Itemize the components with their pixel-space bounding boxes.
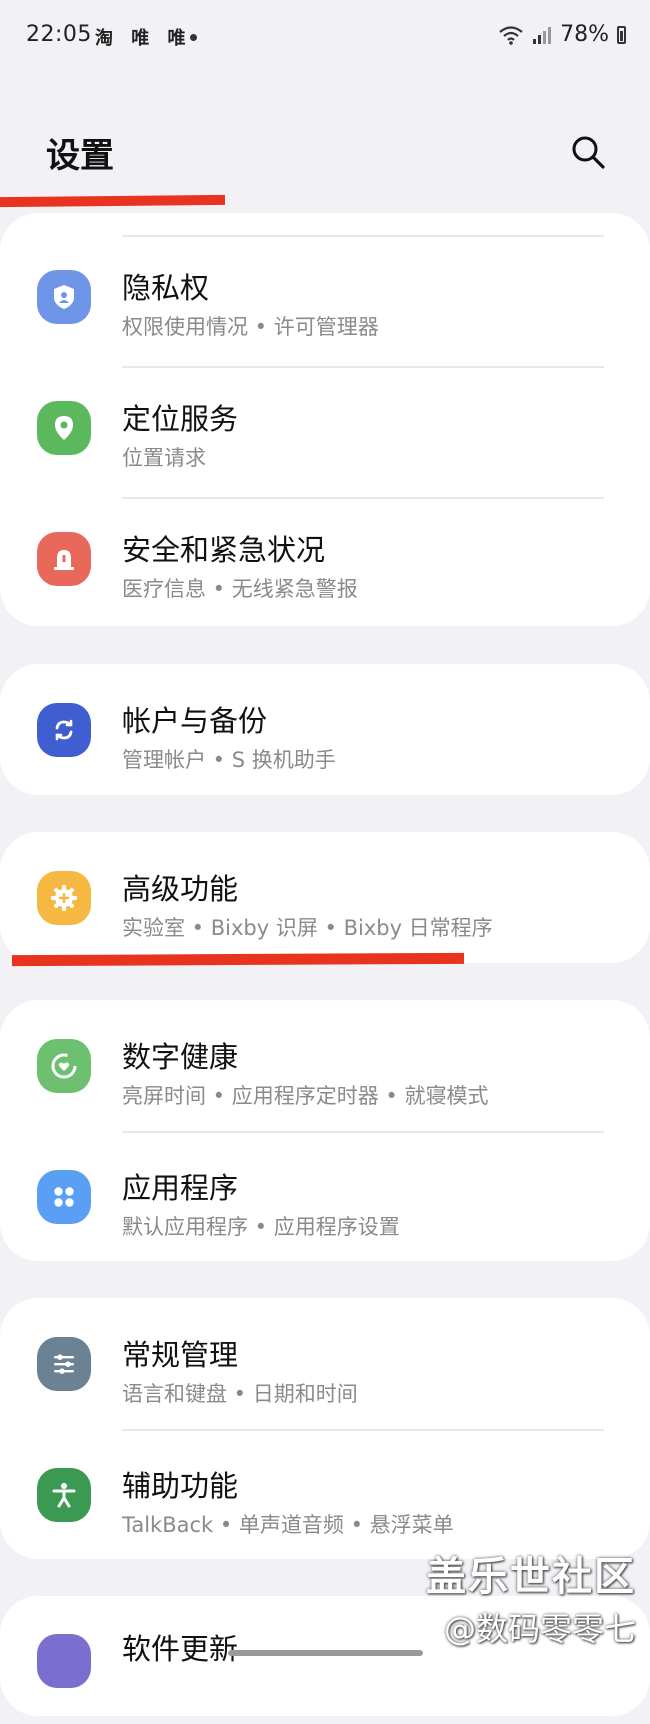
settings-item-location[interactable]: 定位服务 位置请求 [0, 366, 650, 490]
sliders-icon [37, 1337, 91, 1391]
settings-item-label: 帐户与备份 [122, 704, 268, 738]
accessibility-icon [37, 1468, 91, 1522]
settings-item-label: 高级功能 [122, 872, 239, 906]
heart-ring-icon [37, 1039, 91, 1093]
divider [122, 1131, 604, 1133]
settings-item-apps[interactable]: 应用程序 默认应用程序 • 应用程序设置 [0, 1135, 650, 1259]
shield-person-icon [37, 270, 91, 324]
settings-item-label: 软件更新 [122, 1632, 239, 1666]
sync-icon [37, 703, 91, 757]
location-pin-icon [37, 401, 91, 455]
notification-dot-icon [190, 34, 197, 41]
software-update-icon [37, 1634, 91, 1688]
advanced-annotation-underline [11, 952, 465, 967]
battery-icon [617, 25, 626, 44]
apps-grid-icon [37, 1170, 91, 1224]
divider [122, 1429, 604, 1431]
settings-item-label: 安全和紧急状况 [122, 533, 326, 567]
settings-item-subtitle: 亮屏时间 • 应用程序定时器 • 就寝模式 [122, 1084, 489, 1108]
watermark-author: @数码零零七 [443, 1610, 636, 1648]
settings-card-privacy-location-safety: 隐私权 权限使用情况 • 许可管理器 定位服务 位置请求 安全和紧急状况 医疗信… [0, 213, 650, 626]
settings-item-safety[interactable]: 安全和紧急状况 医疗信息 • 无线紧急警报 [0, 497, 650, 621]
settings-item-subtitle: TalkBack • 单声道音频 • 悬浮菜单 [122, 1513, 454, 1537]
settings-item-label: 定位服务 [122, 402, 239, 436]
notification-app-icons: 淘 唯 唯 [95, 28, 192, 49]
settings-item-subtitle: 实验室 • Bixby 识屏 • Bixby 日常程序 [122, 916, 493, 940]
settings-item-subtitle: 默认应用程序 • 应用程序设置 [122, 1215, 400, 1239]
settings-card-advanced: 高级功能 实验室 • Bixby 识屏 • Bixby 日常程序 [0, 832, 650, 963]
settings-item-digital-wellbeing[interactable]: 数字健康 亮屏时间 • 应用程序定时器 • 就寝模式 [0, 1004, 650, 1128]
settings-item-label: 应用程序 [122, 1171, 239, 1205]
settings-item-subtitle: 语言和键盘 • 日期和时间 [122, 1382, 358, 1406]
settings-card-wellbeing-apps: 数字健康 亮屏时间 • 应用程序定时器 • 就寝模式 应用程序 默认应用程序 •… [0, 1000, 650, 1261]
page-title: 设置 [46, 136, 114, 176]
settings-item-label: 隐私权 [122, 271, 210, 305]
settings-item-subtitle: 权限使用情况 • 许可管理器 [122, 315, 379, 339]
settings-item-accessibility[interactable]: 辅助功能 TalkBack • 单声道音频 • 悬浮菜单 [0, 1433, 650, 1557]
settings-item-accounts-backup[interactable]: 帐户与备份 管理帐户 • S 换机助手 [0, 668, 650, 792]
wifi-icon [499, 25, 523, 45]
gear-plus-icon [37, 871, 91, 925]
status-time: 22:05 [26, 22, 92, 47]
settings-item-label: 辅助功能 [122, 1469, 239, 1503]
settings-item-advanced-features[interactable]: 高级功能 实验室 • Bixby 识屏 • Bixby 日常程序 [0, 836, 650, 960]
settings-card-accounts: 帐户与备份 管理帐户 • S 换机助手 [0, 664, 650, 795]
battery-percent: 78% [560, 22, 609, 47]
emergency-siren-icon [37, 532, 91, 586]
settings-item-general-management[interactable]: 常规管理 语言和键盘 • 日期和时间 [0, 1302, 650, 1426]
settings-item-subtitle: 管理帐户 • S 换机助手 [122, 748, 336, 772]
settings-item-label: 数字健康 [122, 1040, 239, 1074]
status-right-group: 78% [498, 22, 626, 47]
settings-item-subtitle: 位置请求 [122, 446, 206, 470]
settings-item-subtitle: 医疗信息 • 无线紧急警报 [122, 577, 358, 601]
search-icon [572, 136, 605, 169]
status-bar: 22:05 淘 唯 唯 78% [0, 0, 650, 80]
watermark-community: 盖乐世社区 [426, 1554, 636, 1600]
settings-item-label: 常规管理 [122, 1338, 239, 1372]
search-button[interactable] [566, 130, 610, 174]
signal-icon [533, 26, 552, 44]
title-annotation-underline [0, 194, 226, 208]
settings-card-general-accessibility: 常规管理 语言和键盘 • 日期和时间 辅助功能 TalkBack • 单声道音频… [0, 1298, 650, 1559]
settings-item-privacy[interactable]: 隐私权 权限使用情况 • 许可管理器 [0, 235, 650, 359]
home-indicator[interactable] [228, 1650, 423, 1656]
